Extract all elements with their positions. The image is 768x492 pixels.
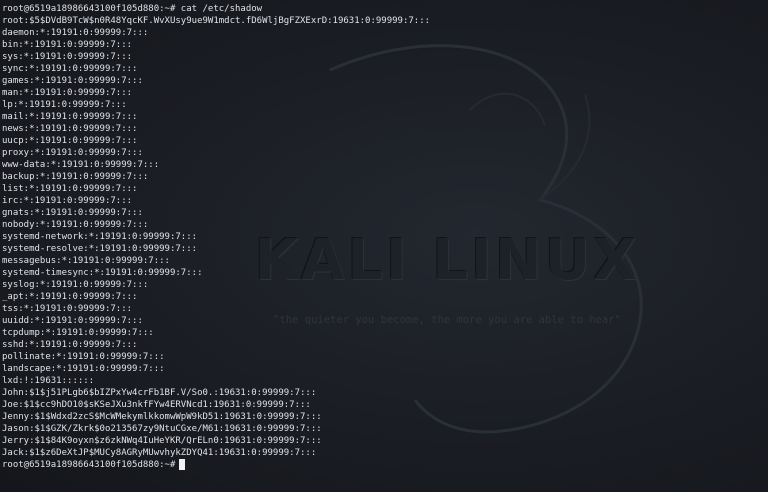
shadow-entry-line: sshd:*:19191:0:99999:7::: [2, 340, 138, 350]
shadow-entry-line: landscape:*:19191:0:99999:7::: [2, 364, 165, 374]
terminal-output[interactable]: root@6519a18986643100f105d880:~# cat /et… [2, 3, 430, 471]
terminal-window[interactable]: KALI LINUX "the quieter you become, the … [0, 0, 768, 492]
shadow-entry-line: lp:*:19191:0:99999:7::: [2, 100, 127, 110]
shadow-entry-line: news:*:19191:0:99999:7::: [2, 124, 138, 134]
shadow-entry-line: daemon:*:19191:0:99999:7::: [2, 28, 149, 38]
shadow-entry-line: Jenny:$1$Wdxd2zcS$McWMekymlkkomwWpW9kD51… [2, 412, 322, 422]
dragon-wing [469, 92, 546, 126]
shadow-entry-line: root:$5$DVdB9TcW$n0R48YqcKF.WvXUsy9ue9W1… [2, 16, 431, 26]
shadow-file-content: root:$5$DVdB9TcW$n0R48YqcKF.WvXUsy9ue9W1… [2, 15, 430, 459]
shadow-entry-line: _apt:*:19191:0:99999:7::: [2, 292, 138, 302]
shadow-entry-line: backup:*:19191:0:99999:7::: [2, 172, 149, 182]
shadow-entry-line: messagebus:*:19191:0:99999:7::: [2, 256, 170, 266]
shadow-entry-line: lxd:!:19631:::::: [2, 376, 95, 386]
shadow-entry-line: John:$1$j51PLgb6$bIZPxYw4crFb1BF.V/So0.:… [2, 388, 317, 398]
shadow-entry-line: systemd-timesync:*:19191:0:99999:7::: [2, 268, 203, 278]
shadow-entry-line: nobody:*:19191:0:99999:7::: [2, 220, 149, 230]
shadow-entry-line: Jack:$1$z6DeXtJP$MUCy8AGRyMUwvhykZDYQ41:… [2, 448, 317, 458]
shadow-entry-line: uucp:*:19191:0:99999:7::: [2, 136, 138, 146]
shadow-entry-line: www-data:*:19191:0:99999:7::: [2, 160, 160, 170]
shadow-entry-line: Jerry:$1$84K9oyxn$z6zkNWq4IuHeYKR/QrELn0… [2, 436, 322, 446]
shadow-entry-line: proxy:*:19191:0:99999:7::: [2, 148, 143, 158]
shadow-entry-line: Jason:$1$GZK/Zkrk$0o213567zy9NtuCGxe/M61… [2, 424, 322, 434]
shadow-entry-line: systemd-resolve:*:19191:0:99999:7::: [2, 244, 198, 254]
shadow-entry-line: sync:*:19191:0:99999:7::: [2, 64, 138, 74]
shadow-entry-line: tcpdump:*:19191:0:99999:7::: [2, 328, 154, 338]
shadow-entry-line: irc:*:19191:0:99999:7::: [2, 196, 133, 206]
shadow-entry-line: games:*:19191:0:99999:7::: [2, 76, 143, 86]
shadow-entry-line: pollinate:*:19191:0:99999:7::: [2, 352, 165, 362]
shadow-entry-line: bin:*:19191:0:99999:7::: [2, 40, 133, 50]
shadow-entry-line: systemd-network:*:19191:0:99999:7::: [2, 232, 198, 242]
shadow-entry-line: syslog:*:19191:0:99999:7::: [2, 280, 149, 290]
shadow-entry-line: Joe:$1$cc9hDO10$sKSeJXu3nkfFYw4ERVNcd1:1… [2, 400, 311, 410]
shadow-entry-line: gnats:*:19191:0:99999:7::: [2, 208, 143, 218]
shell-prompt: root@6519a18986643100f105d880:~# [2, 460, 176, 470]
shadow-entry-line: list:*:19191:0:99999:7::: [2, 184, 138, 194]
command-line: root@6519a18986643100f105d880:~# cat /et… [2, 4, 263, 14]
shadow-entry-line: uuidd:*:19191:0:99999:7::: [2, 316, 143, 326]
prompt-line[interactable]: root@6519a18986643100f105d880:~# [2, 459, 430, 471]
text-cursor [179, 459, 186, 470]
shadow-entry-line: sys:*:19191:0:99999:7::: [2, 52, 133, 62]
shadow-entry-line: mail:*:19191:0:99999:7::: [2, 112, 138, 122]
shadow-entry-line: man:*:19191:0:99999:7::: [2, 88, 133, 98]
shadow-entry-line: tss:*:19191:0:99999:7::: [2, 304, 133, 314]
